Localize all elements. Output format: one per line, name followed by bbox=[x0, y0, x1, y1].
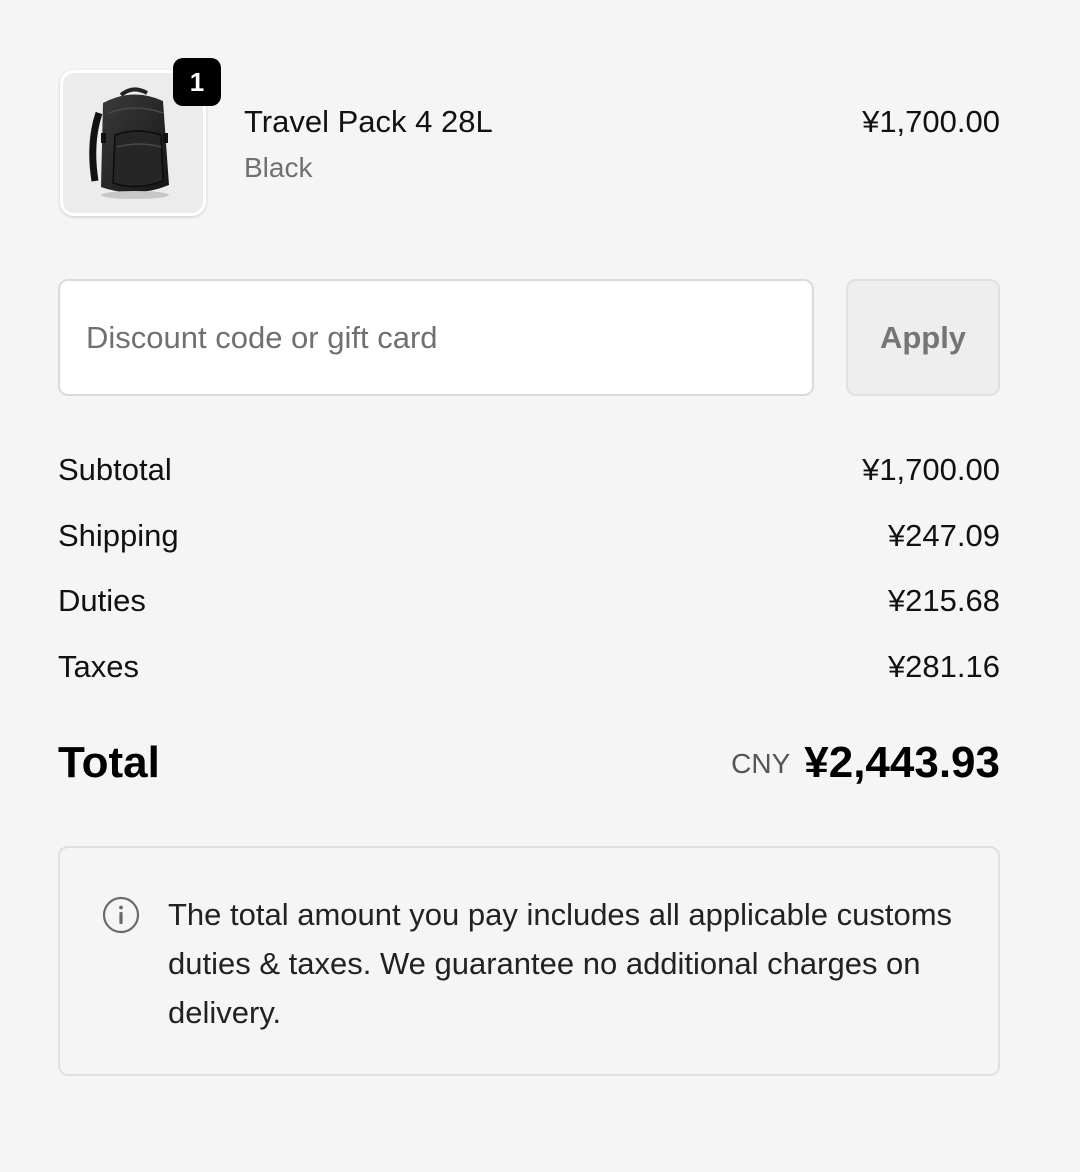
quantity-badge: 1 bbox=[173, 58, 221, 106]
currency-code: CNY bbox=[731, 748, 791, 779]
taxes-value: ¥281.16 bbox=[887, 648, 1000, 684]
duties-label: Duties bbox=[58, 583, 146, 618]
discount-code-input[interactable] bbox=[58, 279, 814, 396]
total-amount: ¥2,443.93 bbox=[804, 738, 1000, 787]
shipping-row: Shipping ¥247.09 bbox=[58, 514, 1000, 580]
total-row: Total CNY ¥2,443.93 bbox=[58, 738, 1000, 798]
duties-notice: The total amount you pay includes all ap… bbox=[58, 846, 1000, 1076]
product-name: Travel Pack 4 28L bbox=[244, 104, 493, 139]
shipping-value: ¥247.09 bbox=[887, 517, 1000, 553]
subtotal-label: Subtotal bbox=[58, 452, 172, 487]
product-variant: Black bbox=[244, 152, 313, 183]
total-value: CNY ¥2,443.93 bbox=[731, 738, 1000, 788]
apply-button[interactable]: Apply bbox=[846, 279, 1000, 396]
cost-breakdown: Subtotal ¥1,700.00 Shipping ¥247.09 Duti… bbox=[58, 448, 1000, 710]
subtotal-row: Subtotal ¥1,700.00 bbox=[58, 448, 1000, 514]
line-item: 1 Travel Pack 4 28L Black ¥1,700.00 bbox=[58, 58, 1000, 220]
taxes-label: Taxes bbox=[58, 648, 139, 684]
notice-text: The total amount you pay includes all ap… bbox=[168, 897, 953, 1030]
shipping-label: Shipping bbox=[58, 517, 179, 553]
total-label: Total bbox=[58, 738, 160, 787]
discount-form: Apply bbox=[58, 279, 1000, 396]
duties-value: ¥215.68 bbox=[887, 583, 1000, 618]
product-price: ¥1,700.00 bbox=[862, 104, 1000, 139]
taxes-row: Taxes ¥281.16 bbox=[58, 645, 1000, 711]
duties-row: Duties ¥215.68 bbox=[58, 579, 1000, 645]
info-icon bbox=[102, 896, 140, 934]
subtotal-value: ¥1,700.00 bbox=[862, 452, 1000, 487]
